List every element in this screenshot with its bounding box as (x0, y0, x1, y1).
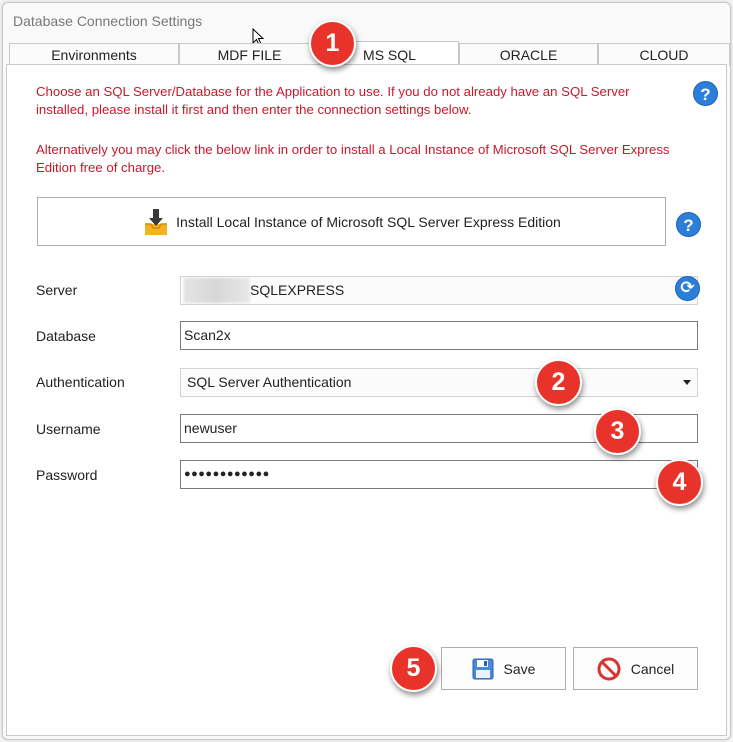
password-label: Password (36, 467, 98, 483)
window-title: Database Connection Settings (13, 13, 203, 29)
callout-badge-1: 1 (309, 20, 356, 67)
redacted-hostname (184, 278, 250, 303)
authentication-select[interactable]: SQL Server Authentication (180, 368, 698, 397)
chevron-down-icon[interactable] (683, 380, 691, 385)
callout-badge-5: 5 (390, 645, 437, 692)
authentication-label: Authentication (36, 374, 125, 390)
local-instance-text: Alternatively you may click the below li… (36, 142, 670, 175)
download-inbox-icon (145, 208, 168, 235)
tab-environments[interactable]: Environments (9, 43, 179, 66)
cancel-button-label: Cancel (630, 660, 675, 677)
install-instructions-text: Choose an SQL Server/Database for the Ap… (36, 84, 630, 117)
password-field[interactable]: ●●●●●●●●●●●● (180, 460, 698, 489)
callout-badge-2: 2 (535, 359, 582, 406)
help-icon[interactable]: ? (693, 81, 718, 106)
server-select[interactable]: SQLEXPRESS (180, 276, 698, 305)
database-field[interactable]: Scan2x (180, 321, 698, 350)
username-label: Username (36, 421, 101, 437)
server-value: SQLEXPRESS (250, 282, 345, 298)
floppy-disk-icon (472, 658, 494, 679)
authentication-value: SQL Server Authentication (187, 374, 352, 390)
callout-badge-3: 3 (594, 408, 641, 455)
cancel-icon (597, 657, 621, 680)
install-button-label: Install Local Instance of Microsoft SQL … (176, 213, 561, 230)
tab-mdf-file[interactable]: MDF FILE (179, 43, 320, 66)
database-label: Database (36, 328, 96, 344)
refresh-icon[interactable]: ⟳ (675, 276, 700, 301)
callout-badge-4: 4 (656, 459, 703, 506)
install-local-instance-button[interactable]: Install Local Instance of Microsoft SQL … (37, 197, 666, 246)
save-button-label: Save (503, 660, 536, 677)
install-help-icon[interactable]: ? (676, 212, 701, 237)
tab-cloud[interactable]: CLOUD (598, 43, 730, 66)
cancel-button[interactable]: Cancel (573, 647, 698, 690)
save-button[interactable]: Save (441, 647, 566, 690)
server-label: Server (36, 282, 78, 298)
tab-oracle[interactable]: ORACLE (459, 43, 598, 66)
